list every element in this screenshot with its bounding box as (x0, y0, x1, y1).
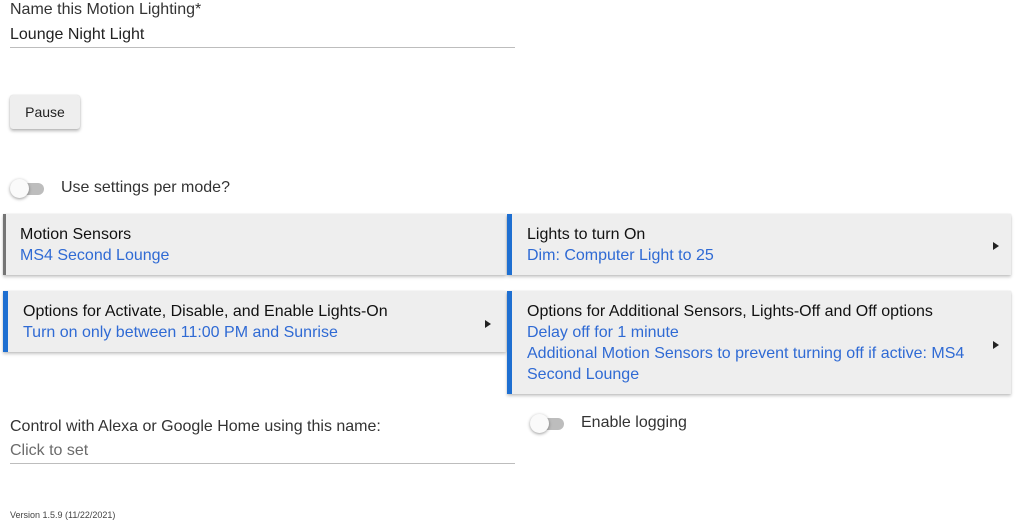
mode-toggle-label: Use settings per mode? (61, 179, 230, 196)
chevron-right-icon (485, 320, 491, 328)
additional-options-line-3: Second Lounge (527, 366, 640, 383)
activate-options-card[interactable]: Options for Activate, Disable, and Enabl… (3, 291, 506, 352)
activate-options-value: Turn on only between 11:00 PM and Sunris… (23, 324, 338, 341)
logging-toggle-thumb (530, 414, 549, 433)
mode-toggle-thumb (10, 179, 29, 198)
voice-name-underline (10, 463, 515, 464)
activate-options-title: Options for Activate, Disable, and Enabl… (23, 303, 388, 320)
additional-options-card[interactable]: Options for Additional Sensors, Lights-O… (507, 291, 1011, 394)
logging-toggle[interactable] (530, 413, 566, 433)
lights-on-value: Dim: Computer Light to 25 (527, 247, 714, 264)
lights-on-title: Lights to turn On (527, 226, 646, 243)
voice-name-label: Control with Alexa or Google Home using … (10, 418, 381, 435)
voice-name-input[interactable]: Click to set (10, 442, 88, 460)
additional-options-line-1: Delay off for 1 minute (527, 324, 679, 341)
motion-sensors-card[interactable]: Motion Sensors MS4 Second Lounge (3, 214, 506, 275)
additional-options-title: Options for Additional Sensors, Lights-O… (527, 303, 933, 320)
mode-toggle[interactable] (10, 178, 46, 198)
motion-sensors-title: Motion Sensors (20, 226, 132, 243)
chevron-right-icon (993, 341, 999, 349)
logging-toggle-label: Enable logging (581, 414, 687, 431)
name-field-underline (10, 47, 515, 48)
lights-on-card[interactable]: Lights to turn On Dim: Computer Light to… (507, 214, 1011, 275)
pause-button[interactable]: Pause (10, 95, 80, 129)
motion-sensors-value: MS4 Second Lounge (20, 247, 170, 264)
name-field-label: Name this Motion Lighting* (10, 1, 202, 18)
additional-options-line-2: Additional Motion Sensors to prevent tur… (527, 345, 965, 362)
name-field-input[interactable]: Lounge Night Light (10, 26, 144, 44)
chevron-right-icon (993, 242, 999, 250)
